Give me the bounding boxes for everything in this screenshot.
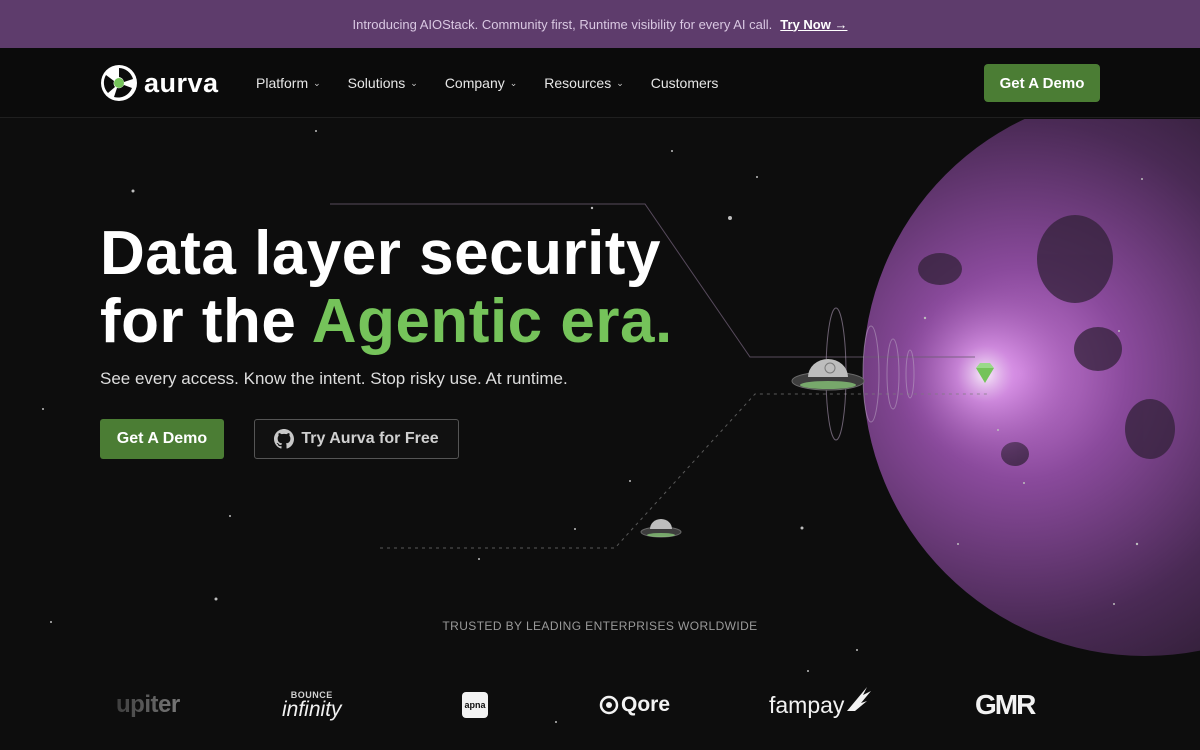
banner-try-now-link[interactable]: Try Now →: [780, 17, 847, 32]
try-free-label: Try Aurva for Free: [301, 430, 439, 447]
nav-item-label: Solutions: [347, 75, 406, 91]
hero-get-demo-button[interactable]: Get A Demo: [100, 419, 224, 459]
nav-item-company[interactable]: Company ⌄: [445, 75, 517, 91]
customer-logo-apna: apna: [462, 672, 488, 738]
customer-logo-fampay: fampay: [769, 672, 872, 738]
nav-item-label: Platform: [256, 75, 309, 91]
logo-strip-fade: [0, 672, 200, 750]
nav-item-label: Customers: [650, 75, 719, 91]
ufo-icon: [640, 519, 682, 538]
banner-message: Introducing AIOStack. Community first, R…: [352, 16, 773, 32]
chevron-down-icon: ⌄: [313, 77, 321, 88]
headline-accent: Agentic era.: [311, 287, 673, 356]
logo-sub: infinity: [282, 698, 342, 721]
fampay-wing-icon: [847, 687, 872, 711]
top-nav: aurva Platform ⌄ Solutions ⌄ Company ⌄ R…: [0, 48, 1200, 118]
hero-headline: Data layer security for the Agentic era.: [100, 220, 673, 356]
ufo-icon: [791, 359, 865, 391]
nav-item-label: Resources: [544, 75, 612, 91]
logo-name: fampay: [769, 691, 845, 718]
customer-logo-qore: Qore: [599, 672, 670, 738]
try-free-button[interactable]: Try Aurva for Free: [254, 419, 459, 459]
logo-text: aurva: [144, 67, 219, 98]
chevron-down-icon: ⌄: [410, 77, 418, 88]
logo-name: Qore: [621, 693, 671, 716]
customer-logo-gmr: GMR: [975, 672, 1036, 738]
logo-name: GMR: [975, 689, 1036, 720]
headline-line-2: for the Agentic era.: [100, 288, 673, 356]
hero-subline: See every access. Know the intent. Stop …: [100, 369, 568, 388]
chevron-down-icon: ⌄: [509, 77, 518, 88]
github-icon: [274, 429, 295, 449]
aurva-logo-icon: [101, 65, 137, 101]
nav-item-solutions[interactable]: Solutions ⌄: [348, 75, 418, 91]
nav-item-platform[interactable]: Platform ⌄: [256, 75, 321, 91]
logo[interactable]: aurva: [100, 64, 219, 102]
logo-name: apna: [462, 692, 488, 718]
main-menu: Platform ⌄ Solutions ⌄ Company ⌄ Resourc…: [256, 48, 745, 118]
headline-prefix: for the: [100, 287, 312, 356]
announcement-banner: Introducing AIOStack. Community first, R…: [0, 0, 1200, 48]
nav-item-customers[interactable]: Customers: [651, 75, 719, 91]
chevron-down-icon: ⌄: [616, 77, 624, 88]
nav-get-demo-button[interactable]: Get A Demo: [984, 64, 1100, 102]
qore-mark-icon: [599, 695, 619, 715]
trusted-heading: TRUSTED BY LEADING ENTERPRISES WORLDWIDE: [442, 619, 758, 633]
nav-item-resources[interactable]: Resources ⌄: [544, 75, 623, 91]
customer-logo-bounce: BOUNCE infinity: [282, 672, 342, 738]
headline-line-1: Data layer security: [100, 219, 661, 288]
nav-item-label: Company: [444, 75, 505, 91]
